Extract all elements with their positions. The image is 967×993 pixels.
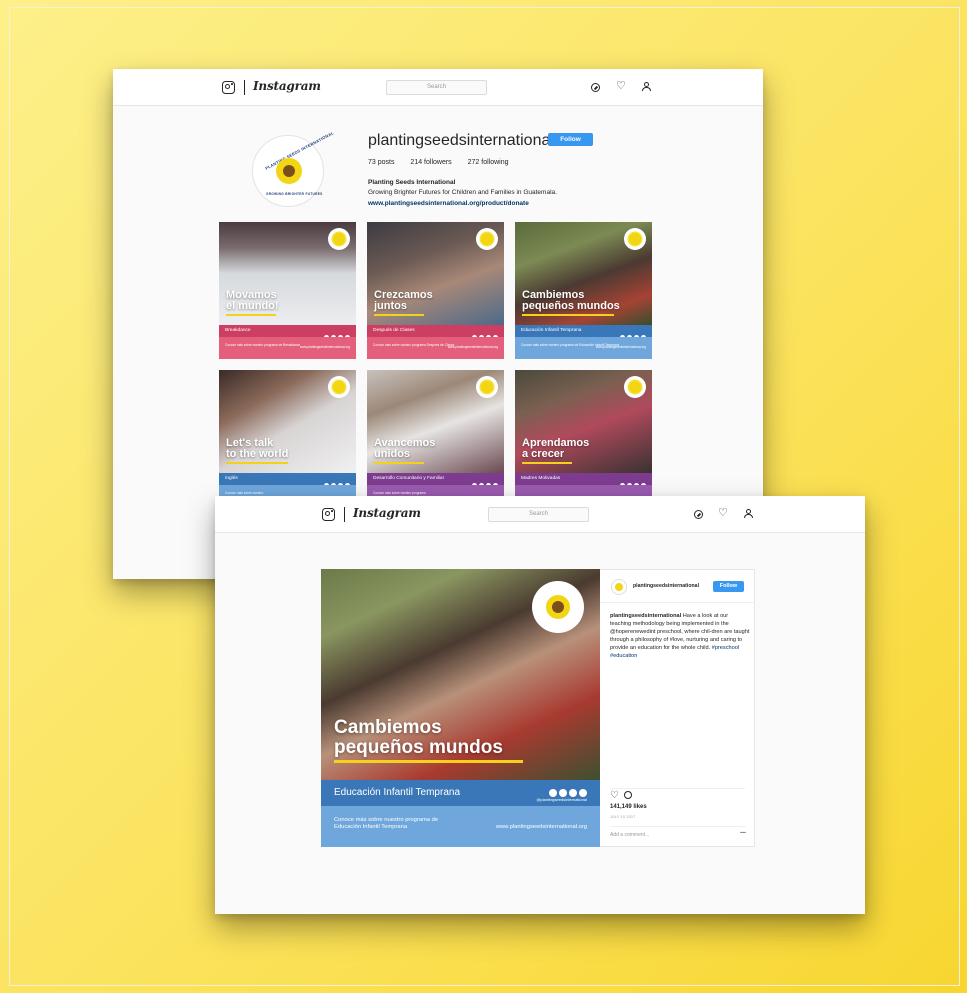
- profile-icon[interactable]: [744, 509, 753, 518]
- tile-title: Let's talk to the world: [226, 437, 289, 460]
- sunflower-logo-icon: [532, 581, 584, 633]
- compass-icon[interactable]: [591, 83, 600, 92]
- grid-post[interactable]: Movamos el mundo! Breakdance Conoce más s…: [219, 222, 356, 359]
- post-image[interactable]: Cambiemos pequeños mundos Educación Infan…: [321, 569, 600, 847]
- sunflower-center: [283, 165, 295, 177]
- grid-post[interactable]: Crezcamos juntos Después de Clases Conoce…: [367, 222, 504, 359]
- tile-title: Avancemos unidos: [374, 437, 436, 460]
- tile-footer: Conoce más sobre nuestro programa de Edu…: [515, 337, 652, 359]
- followers-count[interactable]: 214 followers: [410, 159, 451, 166]
- profile-icon[interactable]: [642, 82, 651, 91]
- sunflower-logo-icon: [476, 376, 498, 398]
- title-underline: [334, 760, 523, 763]
- post-header: plantingseedsinternational Follow: [600, 570, 755, 603]
- grid-post[interactable]: Let's talk to the world Inglés Conoce más…: [219, 370, 356, 507]
- search-input[interactable]: Search: [488, 507, 589, 522]
- sunflower-logo-icon: [328, 228, 350, 250]
- title-underline: [522, 462, 572, 464]
- instagram-camera-icon[interactable]: [322, 508, 335, 521]
- sunflower-logo-icon: [624, 376, 646, 398]
- title-underline: [226, 314, 276, 316]
- comment-input[interactable]: Add a comment...: [610, 826, 745, 843]
- instagram-wordmark[interactable]: Instagram: [253, 79, 321, 93]
- nav-divider: [344, 507, 345, 522]
- tile-footer: Conoce más sobre nuestro programa Despué…: [367, 337, 504, 359]
- sunflower-logo-icon: [328, 376, 350, 398]
- profile-avatar[interactable]: PLANTING SEEDS INTERNATIONAL GROWING BRI…: [252, 130, 335, 207]
- top-nav: Instagram Search ♡: [215, 496, 865, 533]
- sunflower-logo-icon: [624, 228, 646, 250]
- heart-icon[interactable]: ♡: [616, 81, 626, 92]
- following-count[interactable]: 272 following: [468, 159, 509, 166]
- likes-count[interactable]: 141,149 likes: [610, 804, 647, 810]
- title-underline: [374, 314, 424, 316]
- top-nav: Instagram Search ♡: [113, 69, 763, 106]
- actions-divider: [610, 788, 745, 789]
- post-username[interactable]: plantingseedsinternational: [633, 583, 699, 589]
- grid-post[interactable]: Cambiemos pequeños mundos Educación Infan…: [515, 222, 652, 359]
- title-underline: [374, 462, 424, 464]
- title-underline: [522, 314, 614, 316]
- comment-icon[interactable]: [624, 791, 632, 799]
- tile-title: Aprendamos a crecer: [522, 437, 590, 460]
- logo-ring-text-bottom: GROWING BRIGHTER FUTURES: [266, 192, 323, 196]
- post-caption: plantingseedsinternational Have a look a…: [610, 612, 750, 660]
- social-handle: @plantingseedsinternational: [536, 797, 587, 802]
- sunflower-center: [552, 601, 564, 613]
- compass-icon[interactable]: [694, 510, 703, 519]
- title-underline: [226, 462, 288, 464]
- profile-bio: Growing Brighter Futures for Children an…: [368, 189, 557, 196]
- profile-username: plantingseedsinternational: [368, 132, 554, 149]
- post-sidebar: plantingseedsinternational Follow planti…: [600, 569, 755, 847]
- grid-post[interactable]: Aprendamos a crecer Madres Motivadas: [515, 370, 652, 507]
- more-options-button[interactable]: ...: [740, 828, 746, 835]
- avatar[interactable]: [611, 579, 627, 595]
- program-band: Educación Infantil Temprana @plantingsee…: [321, 780, 600, 806]
- profile-link[interactable]: www.plantingseedsinternational.org/produ…: [368, 200, 529, 207]
- heart-icon[interactable]: ♡: [718, 508, 728, 519]
- footer-text: Conoce más sobre nuestro programa de Edu…: [334, 817, 439, 830]
- tile-title: Cambiemos pequeños mundos: [522, 289, 620, 312]
- caption-username[interactable]: plantingseedsinternational: [610, 613, 681, 619]
- sunflower-logo-icon: [476, 228, 498, 250]
- post-date: JULY 10 2017: [610, 815, 636, 819]
- tile-footer: Conoce más sobre nuestro programa de Bre…: [219, 337, 356, 359]
- profile-stats: 73 posts 214 followers 272 following: [368, 159, 523, 166]
- post-footer: Conoce más sobre nuestro programa de Edu…: [321, 806, 600, 847]
- post-window: Instagram Search ♡ Cambiemos pequeños mun…: [215, 496, 865, 914]
- post-title: Cambiemos pequeños mundos: [334, 717, 503, 758]
- program-label: Educación Infantil Temprana: [334, 787, 461, 798]
- follow-button[interactable]: Follow: [713, 581, 744, 592]
- like-heart-icon[interactable]: ♡: [610, 791, 619, 801]
- instagram-wordmark[interactable]: Instagram: [353, 506, 421, 520]
- footer-url: www.plantingseedsinternational.org: [495, 824, 587, 830]
- profile-full-name: Planting Seeds International: [368, 179, 456, 186]
- tile-title: Movamos el mundo!: [226, 289, 279, 312]
- instagram-camera-icon[interactable]: [222, 81, 235, 94]
- tile-title: Crezcamos juntos: [374, 289, 433, 312]
- posts-count: 73 posts: [368, 159, 395, 166]
- search-input[interactable]: Search: [386, 80, 487, 95]
- nav-divider: [244, 80, 245, 95]
- grid-post[interactable]: Avancemos unidos Desarrollo Comunitario y…: [367, 370, 504, 507]
- follow-button[interactable]: Follow: [548, 133, 593, 146]
